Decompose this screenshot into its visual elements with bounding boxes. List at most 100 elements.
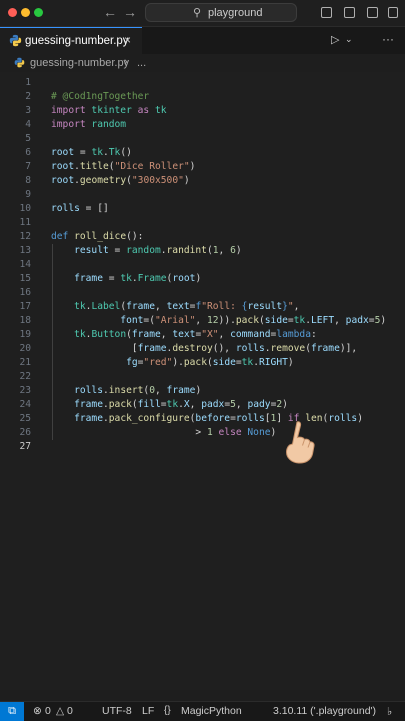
- code-token: ): [183, 175, 190, 186]
- line-ending[interactable]: LF: [142, 705, 154, 717]
- code-token: tk: [166, 399, 179, 410]
- run-icon[interactable]: ▷: [331, 33, 339, 46]
- warning-count[interactable]: 0: [67, 705, 73, 717]
- code-line[interactable]: 9: [0, 188, 405, 202]
- code-token: tk: [51, 301, 86, 312]
- code-token: geometry: [79, 175, 127, 186]
- code-line[interactable]: 22: [0, 370, 405, 384]
- code-token: lambda: [276, 329, 311, 340]
- code-line[interactable]: 1: [0, 76, 405, 90]
- line-number: 21: [19, 357, 31, 368]
- code-token: remove: [270, 343, 306, 354]
- code-token: ,: [155, 301, 167, 312]
- code-line[interactable]: 4 import random: [0, 118, 405, 132]
- code-token: text: [166, 301, 190, 312]
- forward-arrow-icon[interactable]: →: [123, 4, 137, 20]
- code-line[interactable]: 3 import tkinter as tk: [0, 104, 405, 118]
- code-token: ): [195, 273, 202, 284]
- code-line[interactable]: 10 rolls = []: [0, 202, 405, 216]
- code-token: (): [120, 147, 132, 158]
- line-number: 3: [25, 105, 31, 116]
- encoding[interactable]: UTF-8: [102, 705, 132, 717]
- line-number: 15: [19, 273, 31, 284]
- line-number: 23: [19, 385, 31, 396]
- line-number: 24: [19, 399, 31, 410]
- code-token: ): [357, 413, 363, 424]
- error-count[interactable]: 0: [45, 705, 51, 717]
- tab-guessing-number[interactable]: guessing-number.py ×: [0, 27, 142, 54]
- code-token: title: [79, 161, 109, 172]
- code-token: frame: [51, 413, 103, 424]
- chevron-down-icon[interactable]: ⌄: [345, 34, 353, 45]
- code-line[interactable]: 19 tk.Button(frame, text="X", command=la…: [0, 328, 405, 342]
- python-interpreter[interactable]: 3.10.11 ('.playground'): [273, 705, 376, 717]
- toggle-panel-icon[interactable]: [344, 7, 355, 18]
- code-token: roll_dice: [74, 231, 127, 242]
- language-mode[interactable]: MagicPython: [181, 705, 242, 717]
- code-token: ): [287, 357, 294, 368]
- warning-icon[interactable]: △: [56, 705, 64, 717]
- toggle-secondary-sidebar-icon[interactable]: [367, 7, 378, 18]
- code-token: command: [230, 329, 271, 340]
- python-file-icon: [14, 57, 25, 68]
- code-token: root: [172, 273, 196, 284]
- code-line[interactable]: 5: [0, 132, 405, 146]
- code-line[interactable]: 13 result = random.randint(1, 6): [0, 244, 405, 258]
- code-token: rolls: [328, 413, 358, 424]
- code-line[interactable]: 27: [0, 440, 405, 454]
- code-line[interactable]: 6 root = tk.Tk(): [0, 146, 405, 160]
- code-line[interactable]: 2 # @Cod1ngTogether: [0, 90, 405, 104]
- remote-indicator-icon[interactable]: ⧉: [0, 702, 24, 721]
- close-icon[interactable]: ×: [124, 33, 131, 47]
- code-token: ,: [235, 399, 248, 410]
- breadcrumb-more[interactable]: ...: [137, 57, 146, 69]
- minimize-window-button[interactable]: [21, 8, 30, 17]
- line-number: 13: [19, 245, 31, 256]
- customize-layout-icon[interactable]: [388, 7, 398, 18]
- close-window-button[interactable]: [8, 8, 17, 17]
- code-line[interactable]: 8 root.geometry("300x500"): [0, 174, 405, 188]
- code-token: :: [310, 329, 317, 340]
- back-arrow-icon[interactable]: ←: [103, 4, 117, 20]
- line-number: 27: [19, 441, 31, 452]
- code-token: tk: [91, 147, 103, 158]
- code-token: result: [247, 301, 283, 312]
- code-line[interactable]: 24 frame.pack(fill=tk.X, padx=5, pady=2): [0, 398, 405, 412]
- code-editor[interactable]: 1 2 # @Cod1ngTogether 3 import tkinter as tk…: [0, 72, 405, 690]
- code-text: import tkinter as tk: [51, 104, 167, 118]
- toggle-sidebar-icon[interactable]: [321, 7, 332, 18]
- code-token: insert: [108, 385, 144, 396]
- code-line[interactable]: 17 tk.Label(frame, text=f"Roll: {result}…: [0, 300, 405, 314]
- code-token: pack: [108, 399, 132, 410]
- code-line[interactable]: 7 root.title("Dice Roller"): [0, 160, 405, 174]
- code-line[interactable]: 26 > 1 else None): [0, 426, 405, 440]
- code-line[interactable]: 25 frame.pack_configure(before=rolls[1] …: [0, 412, 405, 426]
- code-line[interactable]: 12 def roll_dice():: [0, 230, 405, 244]
- more-actions-icon[interactable]: ···: [382, 32, 394, 46]
- code-token: font: [51, 315, 144, 326]
- code-token: ,: [218, 329, 231, 340]
- code-token: tk: [241, 357, 254, 368]
- bell-icon[interactable]: ♭: [387, 705, 392, 718]
- code-line[interactable]: 20 [frame.destroy(), rolls.remove(frame)…: [0, 342, 405, 356]
- code-token: fg: [51, 357, 138, 368]
- maximize-window-button[interactable]: [34, 8, 43, 17]
- code-token: LEFT: [311, 315, 335, 326]
- code-line[interactable]: 16: [0, 286, 405, 300]
- code-token: tkinter: [85, 105, 138, 116]
- line-number: 12: [19, 231, 31, 242]
- line-number: 16: [19, 287, 31, 298]
- code-line[interactable]: 11: [0, 216, 405, 230]
- code-line[interactable]: 15 frame = tk.Frame(root): [0, 272, 405, 286]
- code-token: None: [247, 427, 271, 438]
- breadcrumb-file[interactable]: guessing-number.py: [30, 57, 129, 69]
- command-center-search[interactable]: ⚲ playground: [145, 3, 297, 22]
- code-line[interactable]: 21 fg="red").pack(side=tk.RIGHT): [0, 356, 405, 370]
- code-token: Tk: [108, 147, 121, 158]
- code-line[interactable]: 14: [0, 258, 405, 272]
- errors-icon[interactable]: ⊗: [33, 705, 42, 717]
- code-line[interactable]: 23 rolls.insert(0, frame): [0, 384, 405, 398]
- breadcrumb-separator: ›: [124, 56, 128, 68]
- language-braces-icon[interactable]: {}: [164, 705, 171, 716]
- code-line[interactable]: 18 font=("Arial", 12)).pack(side=tk.LEFT…: [0, 314, 405, 328]
